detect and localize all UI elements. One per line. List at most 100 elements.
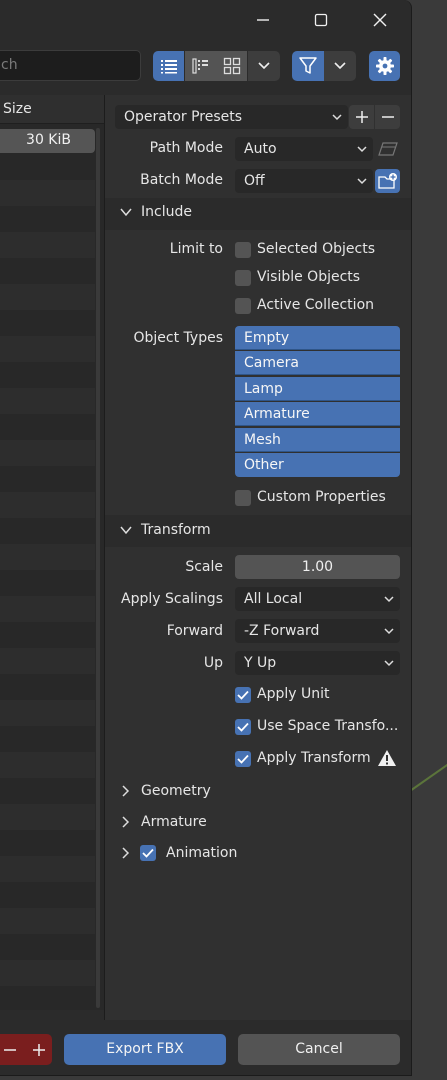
thumbnail-grid-icon (223, 57, 240, 75)
chevron-down-icon (120, 526, 132, 535)
list-stripe (0, 596, 95, 622)
package-icon (377, 142, 398, 156)
scale-label: Scale (185, 559, 223, 575)
object-type-lamp[interactable]: Lamp (235, 377, 400, 401)
list-stripe (0, 440, 95, 466)
chevron-down-icon (334, 62, 346, 70)
checkmark-icon (237, 690, 249, 700)
filter-funnel-icon (299, 57, 317, 74)
apply-scalings-value: All Local (244, 591, 303, 607)
maximize-button[interactable] (298, 0, 344, 40)
up-label: Up (203, 655, 223, 671)
forward-axis-dropdown[interactable]: -Z Forward (235, 619, 400, 643)
apply-scalings-dropdown[interactable]: All Local (235, 587, 400, 611)
animation-section-title: Animation (166, 845, 238, 861)
custom-properties-checkbox[interactable] (235, 490, 251, 506)
list-stripe (0, 960, 95, 986)
view-list-button[interactable] (153, 51, 184, 81)
transform-section-title: Transform (141, 522, 211, 538)
list-stripe (0, 336, 95, 362)
chevron-right-icon (122, 847, 130, 859)
use-space-transform-checkbox[interactable] (235, 719, 251, 735)
minus-icon (4, 1048, 16, 1051)
add-preset-button[interactable] (349, 105, 374, 129)
search-input[interactable]: ch (0, 50, 141, 81)
object-types-label: Object Types (133, 330, 224, 346)
object-type-other[interactable]: Other (235, 453, 400, 477)
selected-objects-checkbox[interactable] (235, 242, 251, 258)
object-type-empty[interactable]: Empty (235, 326, 400, 350)
close-icon (373, 13, 387, 27)
view-thumbnail-button[interactable] (216, 51, 247, 81)
remove-bookmark-button[interactable] (0, 1034, 26, 1065)
add-bookmark-button[interactable] (26, 1034, 52, 1065)
minus-icon (381, 116, 394, 118)
close-button[interactable] (357, 0, 403, 40)
list-stripe (0, 856, 95, 882)
operator-presets-dropdown[interactable]: Operator Presets (115, 105, 348, 129)
scale-field[interactable]: 1.00 (235, 555, 400, 579)
chevron-right-icon (122, 785, 130, 797)
gear-icon (375, 57, 394, 75)
apply-transform-checkbox[interactable] (235, 751, 251, 767)
chevron-down-icon (258, 62, 270, 70)
embed-textures-toggle[interactable] (375, 137, 400, 161)
filter-options-dropdown[interactable] (324, 51, 356, 81)
apply-unit-label[interactable]: Apply Unit (257, 686, 329, 702)
view-options-dropdown[interactable] (248, 51, 280, 81)
path-mode-label: Path Mode (149, 140, 223, 156)
operator-presets-label: Operator Presets (124, 109, 243, 125)
apply-unit-checkbox[interactable] (235, 687, 251, 703)
list-stripe (0, 752, 95, 778)
batch-mode-label: Batch Mode (140, 172, 223, 188)
checkmark-icon (142, 848, 154, 858)
export-fbx-button[interactable]: Export FBX (64, 1034, 226, 1065)
batch-own-dir-toggle[interactable] (375, 169, 400, 193)
batch-mode-value: Off (244, 173, 265, 189)
list-stripe (0, 492, 95, 518)
object-type-camera[interactable]: Camera (235, 351, 400, 375)
search-placeholder: ch (1, 57, 18, 73)
up-axis-dropdown[interactable]: Y Up (235, 651, 400, 675)
chevron-down-icon (384, 596, 394, 603)
path-mode-value: Auto (244, 141, 277, 157)
path-mode-dropdown[interactable]: Auto (235, 137, 373, 161)
object-type-mesh[interactable]: Mesh (235, 428, 400, 452)
include-section-title: Include (141, 204, 192, 220)
list-stripe (0, 544, 95, 570)
minimize-button[interactable] (240, 0, 286, 40)
apply-scalings-label: Apply Scalings (121, 591, 223, 607)
file-list-scrollbar[interactable] (96, 128, 100, 1008)
animation-enable-checkbox[interactable] (140, 845, 156, 861)
visible-objects-label[interactable]: Visible Objects (257, 269, 360, 285)
checkmark-icon (237, 722, 249, 732)
size-column-header[interactable]: Size (3, 101, 32, 117)
list-stripe (0, 804, 95, 830)
remove-preset-button[interactable] (375, 105, 400, 129)
chevron-down-icon (384, 628, 394, 635)
selected-objects-label[interactable]: Selected Objects (257, 241, 375, 257)
cancel-button[interactable]: Cancel (238, 1034, 400, 1065)
forward-label: Forward (166, 623, 223, 639)
active-collection-checkbox[interactable] (235, 298, 251, 314)
object-type-armature[interactable]: Armature (235, 402, 400, 426)
use-space-transform-label[interactable]: Use Space Transfo... (257, 718, 398, 734)
maximize-icon (314, 13, 328, 27)
view-vertical-list-button[interactable] (185, 51, 216, 81)
armature-section-title: Armature (141, 814, 207, 830)
visible-objects-checkbox[interactable] (235, 270, 251, 286)
limit-to-label: Limit to (169, 241, 223, 257)
list-view-icon (160, 60, 177, 74)
plus-icon (33, 1043, 45, 1056)
list-stripe (0, 388, 95, 414)
settings-gear-button[interactable] (369, 51, 400, 81)
file-size-cell: 30 KiB (26, 132, 71, 148)
batch-mode-dropdown[interactable]: Off (235, 169, 373, 193)
active-collection-label[interactable]: Active Collection (257, 297, 374, 313)
plus-icon (355, 111, 368, 123)
apply-transform-label[interactable]: Apply Transform (257, 750, 371, 766)
geometry-section-title: Geometry (141, 783, 211, 799)
custom-properties-label[interactable]: Custom Properties (257, 489, 386, 505)
filter-toggle-button[interactable] (292, 51, 324, 81)
chevron-down-icon (357, 146, 367, 153)
